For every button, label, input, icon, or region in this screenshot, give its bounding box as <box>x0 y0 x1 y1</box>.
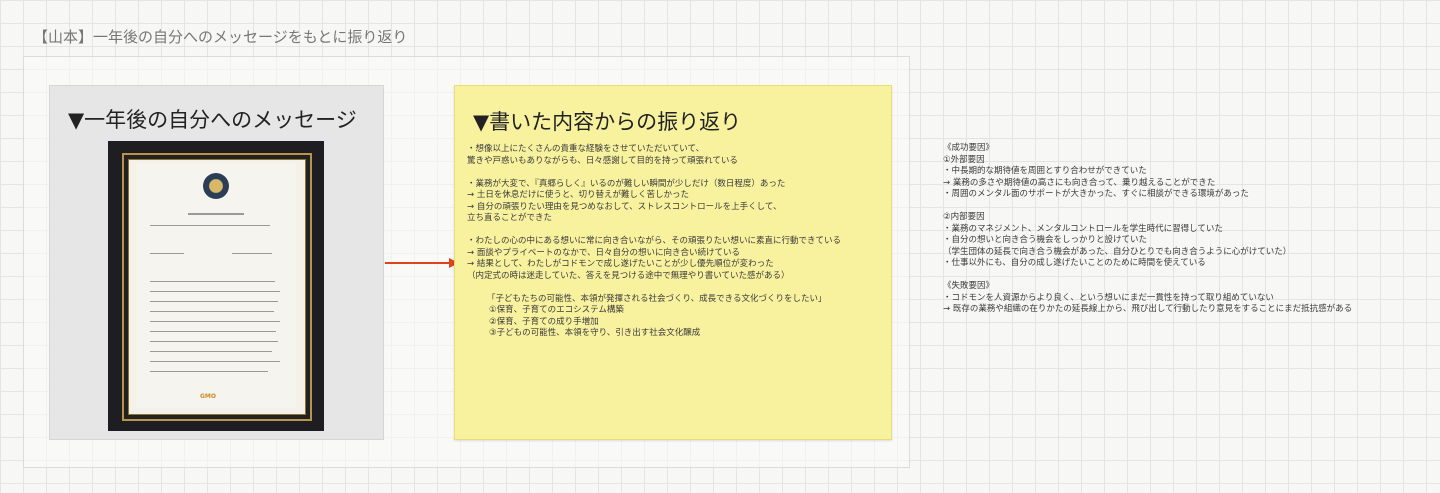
handwriting-line <box>150 351 272 352</box>
notes-line: （学生団体の延長で向き合う機会があった、自分ひとりでも向き合うように心がけていた… <box>943 246 1292 257</box>
reflection-sticky-note[interactable]: ▼書いた内容からの振り返り ・想像以上にたくさんの貴重な経験をさせていただいてい… <box>454 85 892 440</box>
notes-line <box>943 270 1423 282</box>
notes-line: ・周囲のメンタル面のサポートが大きかった、すぐに相談ができる環境があった <box>943 189 1249 199</box>
handwriting-line <box>150 291 280 292</box>
letter-heading-stroke <box>188 213 244 215</box>
notes-line: → 業務の多さや期待値の高さにも向き合って、乗り越えることができた <box>943 177 1216 188</box>
message-panel-title: ▼一年後の自分へのメッセージ <box>68 108 357 132</box>
notes-line: ・仕事以外にも、自分の成し遂げたいことのために時間を使えている <box>943 258 1206 268</box>
notes-line: ・業務のマネジメント、メンタルコントロールを学生時代に習得していた <box>943 223 1223 234</box>
reflection-line: ③子どもの可能性、本領を守り、引き出す社会文化醸成 <box>489 328 701 338</box>
reflection-line: → 土日を休息だけに使うと、切り替えが難しく苦しかった <box>467 190 689 200</box>
brand-logo: GMO <box>200 393 216 400</box>
handwriting-line <box>150 371 268 372</box>
notes-line: → 既存の業務や組織の在りかたの延長線上から、飛び出して行動したり意見をすること… <box>943 304 1353 314</box>
letter-photo[interactable]: GMO <box>108 141 324 431</box>
factors-notes[interactable]: 《成功要因》 ①外部要因 ・中長期的な期待値を周囲とすり合わせができていた → … <box>943 143 1423 316</box>
reflection-line: ・わたしの心の中にある想いに常に向き合いながら、その頑張りたい想いに素直に行動で… <box>467 236 842 246</box>
reflection-line: → 自分の頑張りたい理由を見つめなおして、ストレスコントロールを上手くして、 <box>467 201 782 212</box>
message-panel[interactable]: ▼一年後の自分へのメッセージ GMO <box>49 85 384 440</box>
handwriting-line <box>150 341 278 342</box>
reflection-line: （内定式の時は迷走していた、答えを見つける途中で無理やり書いていた感がある） <box>467 270 790 281</box>
handwriting-line <box>150 321 280 322</box>
notes-line: ②内部要因 <box>943 212 985 222</box>
reflection-line: 立ち直ることができた <box>467 213 553 223</box>
arrow-connector[interactable] <box>385 256 460 270</box>
reflection-title: ▼書いた内容からの振り返り <box>473 110 742 134</box>
handwriting-line <box>150 331 276 332</box>
reflection-line <box>467 282 887 294</box>
handwriting-line <box>150 361 280 362</box>
notes-line: ・中長期的な期待値を周囲とすり合わせができていた <box>943 166 1147 176</box>
board-title: 【山本】一年後の自分へのメッセージをもとに振り返り <box>33 28 408 46</box>
notes-line <box>943 201 1423 213</box>
handwriting-line <box>150 311 274 312</box>
reflection-line: 驚きや戸惑いもありながらも、日々感謝して目的を持って頑張れている <box>467 155 738 166</box>
reflection-line: ①保育、子育てのエコシステム構築 <box>489 305 624 315</box>
handwriting-line <box>150 301 278 302</box>
reflection-line: ②保育、子育ての成り手増加 <box>489 316 599 327</box>
handwriting-line <box>150 253 184 254</box>
notes-line: ・コドモンを人資源からより良く、という想いにまだ一貫性を持って取り組めていない <box>943 292 1274 303</box>
reflection-line: ・業務が大変で、『真郷らしく』いるのが難しい瞬間が少しだけ（数日程度）あった <box>467 178 786 189</box>
notes-line: 《失敗要因》 <box>943 281 995 291</box>
notes-line: 《成功要因》 <box>943 143 995 153</box>
reflection-line: 「子どもたちの可能性、本領が発揮される社会づくり、成長できる文化づくりをしたい」 <box>487 293 827 304</box>
reflection-line: → 面談やプライベートのなかで、日々自分の想いに向き合い続けている <box>467 247 740 258</box>
reflection-line: ・想像以上にたくさんの貴重な経験をさせていただいていて、 <box>467 144 705 154</box>
handwriting-line <box>150 225 270 226</box>
emblem-icon <box>203 173 229 199</box>
notes-line: ・自分の想いと向き合う機会をしっかりと設けていた <box>943 235 1148 245</box>
reflection-line <box>467 167 887 179</box>
reflection-line <box>467 225 887 237</box>
handwriting-line <box>232 253 272 254</box>
letter-paper: GMO <box>136 163 296 408</box>
reflection-body: ・想像以上にたくさんの貴重な経験をさせていただいていて、 驚きや戸惑いもありなが… <box>467 144 887 340</box>
handwriting-line <box>150 281 275 282</box>
photo-frame: GMO <box>122 153 312 421</box>
notes-line: ①外部要因 <box>943 154 985 165</box>
reflection-line: → 結果として、わたしがコドモンで成し遂げたいことが少し優先順位が変わった <box>467 259 774 269</box>
